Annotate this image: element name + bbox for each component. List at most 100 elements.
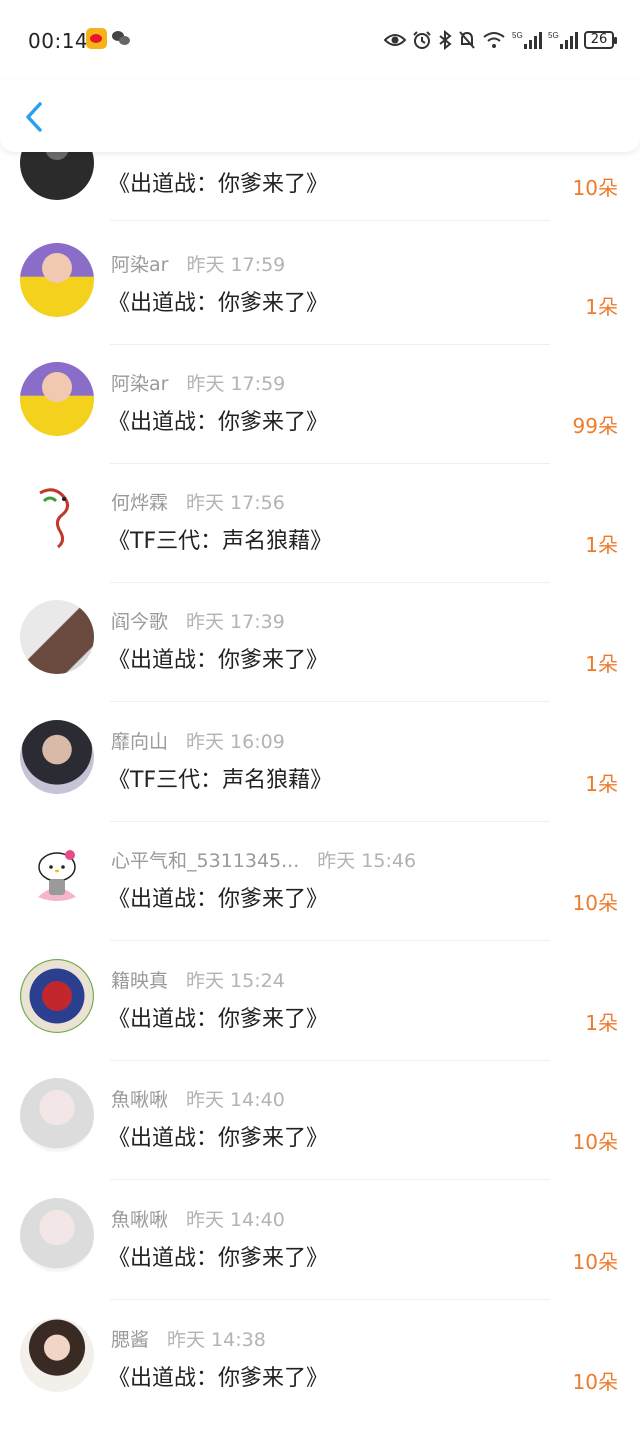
user-name[interactable]: 阎今歌: [111, 607, 168, 634]
timestamp: 昨天 17:59: [186, 373, 286, 395]
user-name[interactable]: 魚啾啾: [111, 1085, 168, 1112]
user-name[interactable]: 阿染ar: [111, 369, 168, 396]
item-meta: 何烨霖 昨天 17:56: [111, 488, 285, 515]
divider: [110, 344, 550, 345]
work-title: 《出道战：你爹来了》: [108, 648, 329, 673]
flower-count: 1朵: [585, 772, 618, 796]
flower-count: 1朵: [585, 652, 618, 676]
mute-icon: [459, 31, 475, 49]
work-title: 《出道战：你爹来了》: [108, 291, 329, 316]
work-title: 《TF三代：声名狼藉》: [108, 529, 333, 554]
dragon-icon: [39, 488, 69, 549]
list-item[interactable]: 腮酱 昨天 14:38 《出道战：你爹来了》 10朵: [0, 1318, 640, 1437]
avatar[interactable]: [20, 720, 94, 794]
work-title: 《出道战：你爹来了》: [108, 1246, 329, 1271]
flower-count: 1朵: [585, 533, 618, 557]
divider: [110, 1179, 550, 1180]
list-item[interactable]: 魚啾啾 昨天 14:40 《出道战：你爹来了》 10朵: [0, 1078, 640, 1197]
item-meta: 魚啾啾 昨天 14:40: [111, 1085, 285, 1112]
network-label: 5G: [548, 31, 559, 40]
list-item[interactable]: 靡向山 昨天 16:09 《TF三代：声名狼藉》 1朵: [0, 720, 640, 839]
status-time: 00:14: [28, 29, 89, 53]
flower-count: 10朵: [572, 1250, 618, 1274]
work-title: 《出道战：你爹来了》: [108, 1007, 329, 1032]
list-item[interactable]: 籍映真 昨天 15:24 《出道战：你爹来了》 1朵: [0, 959, 640, 1078]
timestamp: 昨天 14:40: [186, 1089, 285, 1111]
nav-bar: [0, 80, 640, 152]
timestamp: 昨天 16:09: [186, 731, 285, 753]
list-item[interactable]: 魚啾啾 昨天 14:40 《出道战：你爹来了》 10朵: [0, 1198, 640, 1317]
user-name[interactable]: 何烨霖: [111, 488, 168, 515]
work-title: 《TF三代：声名狼藉》: [108, 768, 333, 793]
item-meta: 阿染ar 昨天 17:59: [111, 250, 285, 277]
user-name[interactable]: 阿染ar: [111, 250, 168, 277]
timestamp: 昨天 14:40: [186, 1209, 285, 1231]
item-meta: 阎今歌 昨天 17:39: [111, 607, 285, 634]
avatar[interactable]: [20, 481, 94, 555]
signal-icon: 5G: [548, 31, 578, 49]
avatar[interactable]: [20, 362, 94, 436]
divider: [110, 582, 550, 583]
timestamp: 昨天 17:56: [186, 492, 285, 514]
list-item[interactable]: 阿染ar 昨天 17:59 《出道战：你爹来了》 1朵: [0, 243, 640, 362]
wechat-icon: [112, 31, 130, 46]
list-item[interactable]: 心平气和_5311345... 昨天 15:46 《出道战：你爹来了》 10朵: [0, 839, 640, 958]
item-meta: 心平气和_5311345... 昨天 15:46: [111, 846, 416, 873]
avatar[interactable]: [20, 959, 94, 1033]
avatar[interactable]: [20, 600, 94, 674]
avatar[interactable]: [20, 1078, 94, 1152]
user-name[interactable]: 心平气和_5311345...: [111, 846, 299, 873]
timestamp: 昨天 17:59: [186, 254, 286, 276]
wifi-icon: [483, 32, 505, 48]
item-meta: 腮酱 昨天 14:38: [111, 1325, 266, 1352]
user-name[interactable]: 靡向山: [111, 727, 168, 754]
hello-kitty-icon: [38, 850, 76, 901]
user-name[interactable]: 魚啾啾: [111, 1205, 168, 1232]
user-name[interactable]: 腮酱: [111, 1325, 149, 1352]
avatar[interactable]: [20, 243, 94, 317]
list-item[interactable]: 阎今歌 昨天 17:39 《出道战：你爹来了》 1朵: [0, 600, 640, 719]
avatar[interactable]: [20, 1198, 94, 1272]
flower-count: 1朵: [585, 295, 618, 319]
item-meta: 籍映真 昨天 15:24: [111, 966, 285, 993]
divider: [110, 821, 550, 822]
work-title: 《出道战：你爹来了》: [108, 887, 329, 912]
flower-count: 10朵: [572, 1130, 618, 1154]
divider: [110, 940, 550, 941]
avatar[interactable]: [20, 839, 94, 913]
bluetooth-icon: [439, 30, 452, 50]
timestamp: 昨天 17:39: [186, 611, 285, 633]
eye-icon: [384, 34, 406, 46]
signal-icon: 5G: [512, 31, 542, 49]
timestamp: 昨天 15:24: [186, 970, 285, 992]
chevron-left-icon[interactable]: [22, 100, 46, 134]
divider: [110, 1299, 550, 1300]
list-item[interactable]: 阿染ar 昨天 17:59 《出道战：你爹来了》 99朵: [0, 362, 640, 481]
flower-count: 99朵: [572, 414, 618, 438]
flower-count: 10朵: [572, 1370, 618, 1394]
flower-count: 10朵: [572, 891, 618, 915]
status-icons: 5G 5G 26: [384, 28, 617, 52]
network-label: 5G: [512, 31, 523, 40]
divider: [110, 701, 550, 702]
item-meta: 阿染ar 昨天 17:59: [111, 369, 285, 396]
battery-icon: 26: [584, 31, 617, 49]
work-title: 《出道战：你爹来了》: [108, 1126, 329, 1151]
list-item[interactable]: 何烨霖 昨天 17:56 《TF三代：声名狼藉》 1朵: [0, 481, 640, 600]
divider: [110, 1060, 550, 1061]
timestamp: 昨天 14:38: [167, 1329, 266, 1351]
user-name[interactable]: 籍映真: [111, 966, 168, 993]
divider: [110, 220, 550, 221]
item-meta: 魚啾啾 昨天 14:40: [111, 1205, 285, 1232]
item-meta: 靡向山 昨天 16:09: [111, 727, 285, 754]
avatar[interactable]: [20, 1318, 94, 1392]
alarm-icon: [413, 31, 431, 49]
flower-count: 10朵: [572, 176, 618, 200]
timestamp: 昨天 15:46: [317, 850, 417, 872]
work-title: 《出道战：你爹来了》: [108, 410, 329, 435]
work-title: 《出道战：你爹来了》: [108, 172, 329, 197]
list-item[interactable]: 《出道战：你爹来了》 10朵: [0, 126, 640, 255]
work-title: 《出道战：你爹来了》: [108, 1366, 329, 1391]
flower-count: 1朵: [585, 1011, 618, 1035]
weibo-icon: [86, 28, 107, 49]
